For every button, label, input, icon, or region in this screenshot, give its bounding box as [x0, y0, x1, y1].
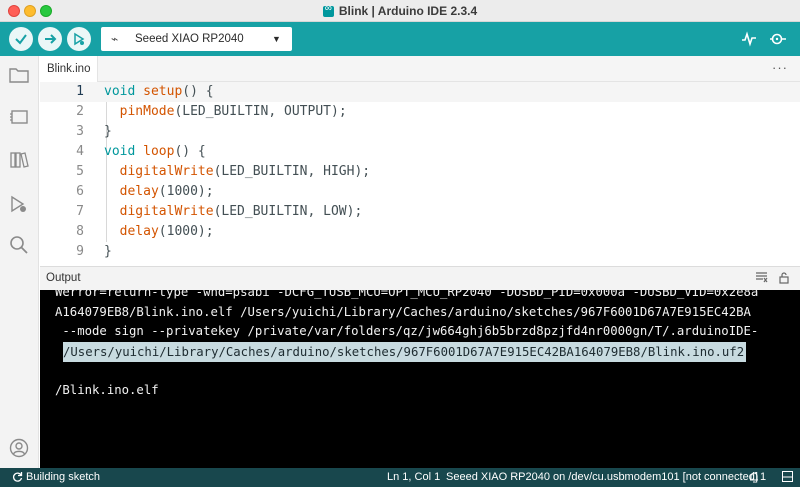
line-number: 8	[76, 224, 84, 239]
code-line[interactable]: 5 digitalWrite(LED_BUILTIN, HIGH);	[40, 162, 800, 182]
verify-button[interactable]	[9, 27, 33, 51]
keyword: void	[104, 144, 144, 159]
line-number: 1	[76, 84, 84, 99]
function-name: loop	[143, 144, 175, 159]
window-title-wrap: Blink | Arduino IDE 2.3.4	[0, 0, 800, 22]
line-number: 7	[76, 204, 84, 219]
usb-icon: ⌁	[111, 32, 119, 46]
output-line-selected: /Users/yuichi/Library/Caches/arduino/ske…	[63, 342, 747, 362]
board-manager-icon	[10, 110, 28, 124]
code-line[interactable]: 8 delay(1000);	[40, 222, 800, 242]
line-number: 4	[76, 144, 84, 159]
arduino-app-icon	[322, 3, 334, 17]
code-line[interactable]: 2 pinMode(LED_BUILTIN, OUTPUT);	[40, 102, 800, 122]
left-sidebar	[0, 56, 39, 468]
code-text: (1000);	[158, 224, 214, 239]
panel-toggle-icon[interactable]	[782, 471, 793, 485]
code-editor[interactable]: 1 void setup() { 2 pinMode(LED_BUILTIN, O…	[40, 82, 800, 266]
title-bar: Blink | Arduino IDE 2.3.4	[0, 0, 800, 22]
more-options-icon[interactable]: ···	[772, 60, 788, 75]
line-code: delay(1000);	[104, 222, 214, 242]
output-line: Werror=return-type -whd=psabi -DCFG_TUSB…	[55, 290, 759, 299]
code-text: (LED_BUILTIN, OUTPUT);	[174, 104, 347, 119]
debug-panel-button[interactable]	[8, 193, 30, 215]
code-text: }	[104, 124, 112, 139]
line-code: void loop() {	[104, 142, 206, 162]
code-line[interactable]: 3}	[40, 122, 800, 142]
debug-button[interactable]	[67, 27, 91, 51]
code-text: () {	[182, 84, 214, 99]
line-number: 9	[76, 244, 84, 259]
library-manager-button[interactable]	[8, 149, 30, 171]
account-icon	[9, 438, 29, 458]
line-number: 6	[76, 184, 84, 199]
output-line: --mode sign --privatekey /private/var/fo…	[55, 324, 759, 338]
line-code: digitalWrite(LED_BUILTIN, LOW);	[104, 202, 363, 222]
sketchbook-button[interactable]	[8, 64, 30, 86]
function-name: digitalWrite	[104, 204, 214, 219]
upload-button[interactable]	[38, 27, 62, 51]
arrow-right-icon	[45, 34, 57, 44]
board-status[interactable]: Seeed XIAO RP2040 on /dev/cu.usbmodem101…	[446, 471, 758, 483]
output-title: Output	[46, 272, 81, 284]
board-selector-label: Seeed XIAO RP2040	[135, 33, 244, 45]
output-line: /Blink.ino.elf	[55, 383, 159, 397]
code-text: (1000);	[158, 184, 214, 199]
build-status: Building sketch	[26, 471, 100, 483]
editor-tab-bar: Blink.ino ···	[40, 56, 800, 82]
debug-icon	[74, 32, 85, 46]
chevron-down-icon: ▼	[272, 34, 281, 44]
clear-output-icon[interactable]	[755, 271, 768, 286]
sync-icon	[12, 471, 23, 485]
function-name: pinMode	[104, 104, 175, 119]
search-icon	[10, 236, 28, 254]
scroll-lock-icon[interactable]	[778, 271, 790, 287]
notification-icon[interactable]	[749, 471, 759, 486]
function-name: delay	[104, 224, 159, 239]
code-text: }	[104, 244, 112, 259]
line-number: 5	[76, 164, 84, 179]
debug-icon	[11, 195, 26, 213]
check-icon	[15, 34, 27, 45]
toolbar: ⌁ Seeed XIAO RP2040 ▼	[0, 22, 800, 56]
code-text: () {	[174, 144, 206, 159]
serial-monitor-button[interactable]	[767, 28, 789, 50]
notification-count: 1	[760, 471, 767, 483]
output-panel-header: Output	[40, 266, 800, 290]
cursor-position[interactable]: Ln 1, Col 1	[387, 471, 440, 483]
status-bar: Building sketch Ln 1, Col 1 Seeed XIAO R…	[0, 468, 800, 487]
board-selector[interactable]: ⌁ Seeed XIAO RP2040 ▼	[101, 27, 292, 51]
code-line[interactable]: 6 delay(1000);	[40, 182, 800, 202]
function-name: delay	[104, 184, 159, 199]
window-title: Blink | Arduino IDE 2.3.4	[338, 4, 478, 18]
line-number: 3	[76, 124, 84, 139]
output-line: A164079EB8/Blink.ino.elf /Users/yuichi/L…	[55, 305, 751, 319]
serial-plotter-button[interactable]	[738, 28, 760, 50]
boards-manager-button[interactable]	[8, 106, 30, 128]
line-number: 2	[76, 104, 84, 119]
code-line[interactable]: 7 digitalWrite(LED_BUILTIN, LOW);	[40, 202, 800, 222]
line-code: }	[104, 242, 112, 262]
output-console[interactable]: Werror=return-type -whd=psabi -DCFG_TUSB…	[40, 290, 800, 468]
library-manager-icon	[10, 152, 29, 168]
search-button[interactable]	[8, 234, 30, 256]
serial-plotter-icon	[742, 31, 756, 47]
line-code: delay(1000);	[104, 182, 214, 202]
code-line[interactable]: 9}	[40, 242, 800, 262]
folder-icon	[9, 68, 29, 83]
code-line[interactable]: 4 void loop() {	[40, 142, 800, 162]
line-code: pinMode(LED_BUILTIN, OUTPUT);	[104, 102, 347, 122]
account-button[interactable]	[8, 437, 30, 459]
code-text: (LED_BUILTIN, HIGH);	[213, 164, 371, 179]
tab-blink-ino[interactable]: Blink.ino	[40, 56, 99, 82]
serial-monitor-icon	[770, 33, 786, 45]
line-code: void setup() {	[104, 82, 214, 102]
function-name: digitalWrite	[104, 164, 214, 179]
code-text: (LED_BUILTIN, LOW);	[213, 204, 363, 219]
keyword: void	[104, 84, 144, 99]
line-code: }	[104, 122, 112, 142]
code-line[interactable]: 1 void setup() {	[40, 82, 800, 102]
function-name: setup	[143, 84, 183, 99]
line-code: digitalWrite(LED_BUILTIN, HIGH);	[104, 162, 370, 182]
